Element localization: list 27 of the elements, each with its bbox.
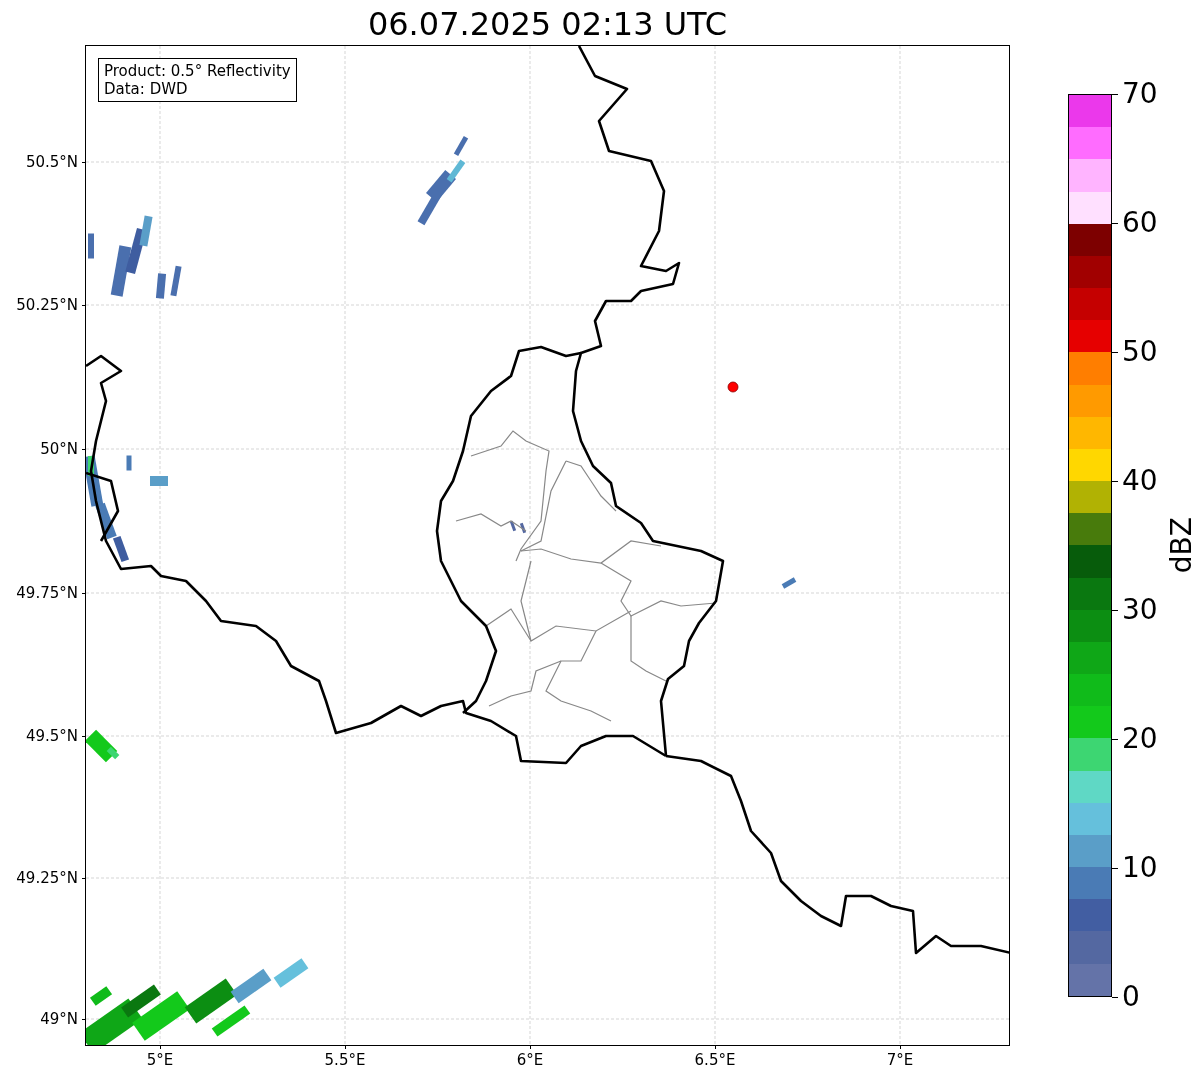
colorbar-tick-label: 50 bbox=[1122, 337, 1158, 367]
colorbar-tick-label: 60 bbox=[1122, 208, 1158, 238]
longitude-label: 7°E bbox=[886, 1051, 914, 1069]
latitude-label: 50.25°N bbox=[16, 296, 78, 314]
latitude-label: 49.75°N bbox=[16, 584, 78, 602]
latitude-label: 49.25°N bbox=[16, 869, 78, 887]
legend-text: Data: DWD bbox=[104, 80, 189, 98]
radar-echo bbox=[509, 520, 527, 534]
radar-echo bbox=[781, 577, 797, 589]
latitude-label: 49.5°N bbox=[25, 727, 78, 745]
latitude-label: 50.5°N bbox=[25, 153, 78, 171]
longitude-label: 5°E bbox=[146, 1051, 174, 1069]
colorbar-tick-label: 20 bbox=[1122, 724, 1158, 754]
colorbar-tick-label: 70 bbox=[1122, 79, 1158, 109]
station-marker bbox=[727, 381, 739, 393]
longitude-label: 6°E bbox=[516, 1051, 544, 1069]
latitude-label: 49°N bbox=[40, 1010, 78, 1028]
colorbar-tick-label: 0 bbox=[1122, 982, 1140, 1012]
longitude-label: 5.5°E bbox=[324, 1051, 366, 1069]
chart-title: 06.07.2025 02:13 UTC bbox=[367, 6, 728, 45]
colorbar-label: dBZ bbox=[1165, 517, 1198, 574]
colorbar-tick-label: 30 bbox=[1122, 595, 1158, 625]
latitude-label: 50°N bbox=[40, 440, 78, 458]
colorbar-tick-label: 10 bbox=[1122, 853, 1158, 883]
longitude-label: 6.5°E bbox=[694, 1051, 736, 1069]
colorbar-tick-label: 40 bbox=[1122, 466, 1158, 496]
legend-text: Product: 0.5° Reflectivity bbox=[104, 62, 291, 80]
